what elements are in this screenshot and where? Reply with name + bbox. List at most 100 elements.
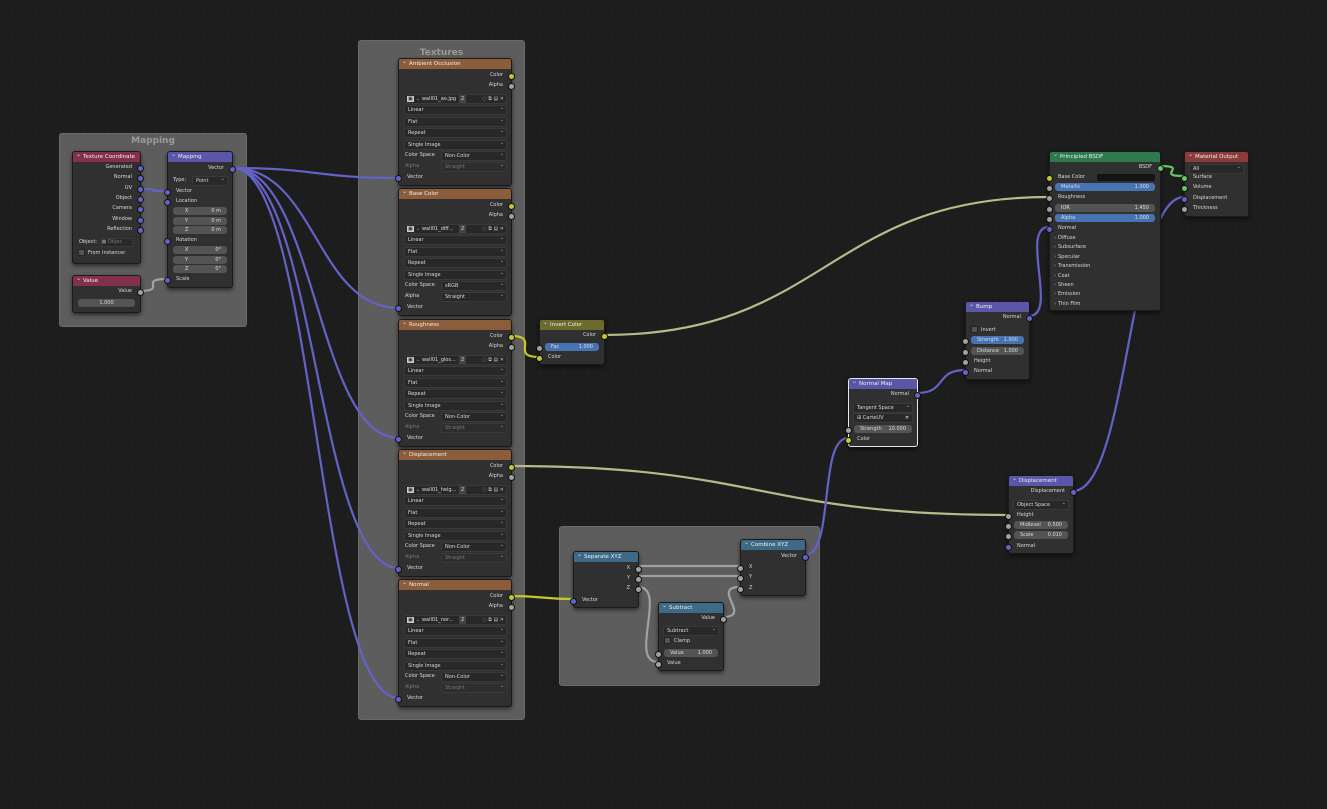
normal-map-strength-field[interactable]: Strength 10.000	[854, 425, 912, 433]
invert-fac-socket[interactable]	[536, 345, 543, 352]
invert-color-socket[interactable]	[536, 355, 543, 362]
image-texture-header[interactable]: Ambient Occlusion	[399, 59, 511, 69]
subtract-value-field[interactable]: Value 1.000	[664, 649, 718, 657]
invert-header[interactable]: Invert Color	[540, 320, 604, 330]
image-texture-header[interactable]: Base Color	[399, 189, 511, 199]
normal-map-uv-field[interactable]: ⊞ CarteUV ✕	[853, 413, 913, 423]
subtract-header[interactable]: Subtract	[659, 603, 723, 613]
value-node-header[interactable]: Value	[73, 276, 140, 286]
invert-color-node[interactable]: Invert Color Color Fac1.000 Color	[536, 319, 608, 365]
image-texture-node[interactable]: DisplacementColorAlpha▣⌄wall01_heig...2◌…	[395, 449, 515, 577]
subtract-value2-socket[interactable]	[655, 661, 662, 668]
link-bump-to-bsdf[interactable]	[1028, 225, 1050, 318]
bump-strength-socket[interactable]	[962, 338, 969, 345]
image-source-dropdown[interactable]: Single Image	[404, 269, 507, 280]
image-alpha-mode-dropdown[interactable]: Straight	[441, 683, 507, 693]
image-texture-header[interactable]: Displacement	[399, 450, 511, 460]
image-alpha-mode-dropdown[interactable]: Straight	[441, 162, 507, 172]
bsdf-panel-sheen[interactable]: › Sheen	[1050, 281, 1160, 290]
bump-normal-socket[interactable]	[962, 369, 969, 376]
link-mapping-to-image[interactable]	[232, 166, 400, 700]
link-height-to-displacement[interactable]	[510, 464, 1009, 517]
fake-user-icon[interactable]: ◌	[482, 617, 486, 623]
displacement-header[interactable]: Displacement	[1009, 476, 1073, 486]
image-alpha-mode-dropdown[interactable]: Straight	[441, 553, 507, 563]
image-vector-input-socket[interactable]	[395, 436, 402, 443]
image-color-output-socket[interactable]	[508, 594, 515, 601]
mapping-vector-socket[interactable]	[164, 189, 171, 196]
combine-vector-socket[interactable]	[802, 554, 809, 561]
image-vector-input-socket[interactable]	[395, 175, 402, 182]
image-alpha-output-socket[interactable]	[508, 213, 515, 220]
bsdf-panel-coat[interactable]: › Coat	[1050, 272, 1160, 281]
tc-output-socket[interactable]	[137, 226, 144, 234]
open-folder-icon[interactable]: ▤	[493, 226, 498, 232]
mapping-node[interactable]: Mapping Vector Type: Point Vector Locati…	[164, 151, 236, 288]
bsdf-metallic-field[interactable]: Metallic 1.000	[1055, 183, 1155, 191]
material-output-input-socket[interactable]	[1181, 195, 1188, 203]
image-source-dropdown[interactable]: Single Image	[404, 530, 507, 541]
image-alpha-output-socket[interactable]	[508, 474, 515, 481]
image-texture-node[interactable]: RoughnessColorAlpha▣⌄wall01_glos...2◌ ⧉ …	[395, 319, 515, 447]
displacement-scale-field[interactable]: Scale 0.010	[1014, 531, 1068, 539]
clear-icon[interactable]: ✕	[905, 414, 909, 422]
bsdf-panel-transmission[interactable]: › Transmission	[1050, 262, 1160, 271]
invert-fac-field[interactable]: Fac 1.000	[545, 343, 599, 351]
value-field[interactable]: 1.000	[78, 299, 135, 307]
image-vector-input-socket[interactable]	[395, 305, 402, 312]
link-sep-z[interactable]	[637, 585, 659, 664]
fake-user-icon[interactable]: ◌	[482, 487, 486, 493]
value-node[interactable]: Value Value 1.000	[72, 275, 144, 313]
mapping-rotation-socket[interactable]	[164, 238, 171, 245]
image-alpha-mode-dropdown[interactable]: Straight	[441, 292, 507, 302]
mapping-type-dropdown[interactable]: Point	[192, 176, 228, 186]
material-output-input-socket[interactable]	[1181, 175, 1188, 182]
bsdf-alpha-field[interactable]: Alpha 1.000	[1055, 214, 1155, 222]
clamp-checkbox[interactable]	[664, 637, 671, 644]
image-color-space-dropdown[interactable]: sRGB	[441, 281, 507, 291]
bsdf-normal-socket[interactable]	[1046, 226, 1053, 233]
image-interpolation-dropdown[interactable]: Linear	[404, 626, 507, 636]
open-folder-icon[interactable]: ▤	[493, 487, 498, 493]
bump-node[interactable]: Bump Normal Invert Strength1.000 Distanc…	[962, 301, 1033, 380]
image-extension-dropdown[interactable]: Repeat	[404, 519, 507, 530]
subtract-operation-dropdown[interactable]: Subtract	[663, 626, 719, 636]
duplicate-icon[interactable]: ⧉	[488, 357, 492, 363]
separate-y-socket[interactable]	[635, 576, 642, 583]
tc-object-picker[interactable]: ■ Objec	[100, 238, 133, 247]
displacement-node[interactable]: Displacement Displacement Object Space H…	[1005, 475, 1077, 554]
bsdf-panel-diffuse[interactable]: › Diffuse	[1050, 234, 1160, 243]
bump-output-socket[interactable]	[1026, 315, 1033, 322]
image-projection-dropdown[interactable]: Flat	[404, 246, 507, 257]
fake-user-icon[interactable]: ◌	[482, 357, 486, 363]
bsdf-base-color-swatch[interactable]	[1097, 174, 1155, 181]
image-interpolation-dropdown[interactable]: Linear	[404, 105, 507, 115]
mapping-output-socket[interactable]	[229, 166, 236, 173]
combine-header[interactable]: Combine XYZ	[741, 540, 805, 550]
image-interpolation-dropdown[interactable]: Linear	[404, 235, 507, 245]
bump-height-socket[interactable]	[962, 359, 969, 366]
bsdf-header[interactable]: Principled BSDF	[1050, 152, 1160, 162]
displacement-output-socket[interactable]	[1070, 489, 1077, 496]
duplicate-icon[interactable]: ⧉	[488, 226, 492, 232]
bsdf-panel-specular[interactable]: › Specular	[1050, 253, 1160, 262]
tc-from-instancer[interactable]: From Instancer	[73, 249, 140, 258]
image-projection-dropdown[interactable]: Flat	[404, 116, 507, 127]
normal-map-output-socket[interactable]	[914, 392, 921, 399]
image-datablock-selector[interactable]: ▣ ⌄ wall01_glos... 2 ◌ ⧉ ▤ ✕	[404, 355, 507, 365]
displacement-height-socket[interactable]	[1005, 513, 1012, 520]
image-color-output-socket[interactable]	[508, 203, 515, 210]
image-projection-dropdown[interactable]: Flat	[404, 507, 507, 518]
mapping-loc-field[interactable]: Y0 m	[173, 216, 227, 225]
image-color-output-socket[interactable]	[508, 73, 515, 80]
image-projection-dropdown[interactable]: Flat	[404, 377, 507, 388]
image-alpha-mode-dropdown[interactable]: Straight	[441, 423, 507, 433]
image-color-space-dropdown[interactable]: Non-Color	[441, 672, 507, 682]
image-datablock-selector[interactable]: ▣ ⌄ wall01_nor... 2 ◌ ⧉ ▤ ✕	[404, 615, 507, 625]
separate-z-socket[interactable]	[635, 586, 642, 593]
unlink-icon[interactable]: ✕	[500, 226, 504, 232]
bump-distance-socket[interactable]	[962, 349, 969, 356]
link-roughness-to-invert[interactable]	[510, 334, 540, 359]
bsdf-output-socket[interactable]	[1157, 165, 1164, 172]
link-normal-to-separate[interactable]	[510, 594, 574, 601]
